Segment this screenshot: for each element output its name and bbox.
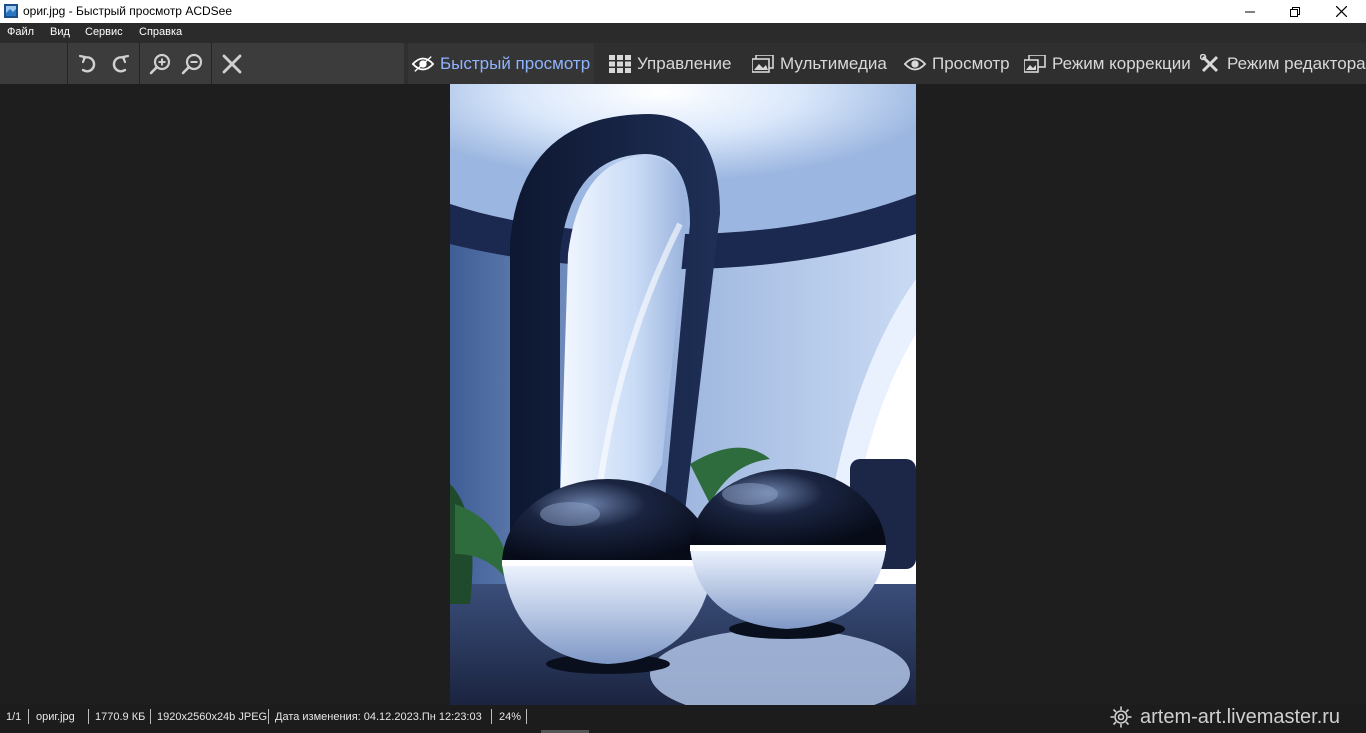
tab-label: Мультимедиа bbox=[780, 53, 887, 73]
mode-tabs: Быстрый просмотр Управление Мультимедиа … bbox=[404, 43, 1366, 84]
zoom-out-icon bbox=[181, 53, 203, 75]
tab-label: Управление bbox=[637, 53, 732, 73]
status-separator bbox=[28, 709, 29, 724]
watermark-text: artem-art.livemaster.ru bbox=[1140, 705, 1341, 728]
status-index: 1/1 bbox=[6, 711, 22, 723]
tab-label: Режим редактора bbox=[1227, 53, 1366, 73]
photos-icon bbox=[752, 54, 774, 74]
zoom-out-button[interactable] bbox=[178, 50, 206, 78]
status-zoom: 24% bbox=[499, 711, 522, 723]
toolbar: Быстрый просмотр Управление Мультимедиа … bbox=[0, 43, 1366, 84]
restore-icon bbox=[1290, 6, 1300, 17]
tab-label: Режим коррекции bbox=[1052, 53, 1191, 73]
status-separator bbox=[150, 709, 151, 724]
menu-bar: Файл Вид Сервис Справка bbox=[0, 23, 1366, 43]
zoom-in-button[interactable] bbox=[146, 50, 174, 78]
tab-edit[interactable]: Режим редактора bbox=[1199, 43, 1366, 84]
toolbar-separator bbox=[67, 43, 68, 84]
image-viewer[interactable] bbox=[0, 84, 1366, 705]
displayed-photo[interactable] bbox=[450, 84, 916, 705]
toolbar-separator bbox=[139, 43, 140, 84]
status-separator bbox=[88, 709, 89, 724]
tab-quick-view[interactable]: Быстрый просмотр bbox=[408, 43, 595, 84]
status-separator bbox=[268, 709, 269, 724]
menu-help[interactable]: Справка bbox=[139, 26, 182, 38]
menu-file[interactable]: Файл bbox=[7, 26, 34, 38]
menu-tools[interactable]: Сервис bbox=[85, 26, 123, 38]
gear-icon bbox=[1110, 706, 1132, 728]
tab-develop[interactable]: Режим коррекции bbox=[1024, 43, 1191, 84]
develop-icon bbox=[1024, 54, 1046, 74]
eye-icon bbox=[904, 54, 926, 74]
status-separator bbox=[491, 709, 492, 724]
rotate-left-button[interactable] bbox=[74, 50, 102, 78]
status-filesize: 1770.9 КБ bbox=[95, 711, 146, 723]
status-modified: Дата изменения: 04.12.2023.Пн 12:23:03 bbox=[275, 711, 482, 723]
minimize-icon bbox=[1245, 11, 1255, 12]
watermark: artem-art.livemaster.ru bbox=[1110, 705, 1340, 729]
status-bar: 1/1 ориг.jpg 1770.9 КБ 1920x2560x24b JPE… bbox=[0, 705, 1366, 733]
title-bar: ориг.jpg - Быстрый просмотр ACDSee bbox=[0, 0, 1366, 23]
status-filename: ориг.jpg bbox=[36, 711, 75, 723]
tab-view[interactable]: Просмотр bbox=[904, 43, 1010, 84]
close-window-button[interactable] bbox=[1318, 0, 1364, 23]
grid-icon bbox=[609, 54, 631, 74]
rotate-right-icon bbox=[112, 54, 130, 73]
restore-button[interactable] bbox=[1272, 0, 1318, 23]
minimize-button[interactable] bbox=[1227, 0, 1273, 23]
close-icon bbox=[1335, 6, 1347, 17]
rotate-left-icon bbox=[78, 54, 96, 73]
status-separator bbox=[526, 709, 527, 724]
eye-icon bbox=[412, 54, 434, 74]
close-icon bbox=[222, 54, 242, 74]
tab-label: Просмотр bbox=[932, 53, 1010, 73]
menu-view[interactable]: Вид bbox=[50, 26, 70, 38]
tab-media[interactable]: Мультимедиа bbox=[752, 43, 887, 84]
edit-tools-icon bbox=[1199, 53, 1221, 74]
rotate-right-button[interactable] bbox=[106, 50, 134, 78]
status-dimensions: 1920x2560x24b JPEG bbox=[157, 711, 268, 723]
tab-label: Быстрый просмотр bbox=[440, 53, 591, 73]
acdsee-app-icon[interactable] bbox=[3, 3, 19, 19]
toolbar-separator bbox=[211, 43, 212, 84]
tab-manage[interactable]: Управление bbox=[609, 43, 732, 84]
window-title: ориг.jpg - Быстрый просмотр ACDSee bbox=[23, 4, 233, 18]
zoom-in-icon bbox=[149, 53, 171, 75]
close-viewer-button[interactable] bbox=[218, 50, 246, 78]
